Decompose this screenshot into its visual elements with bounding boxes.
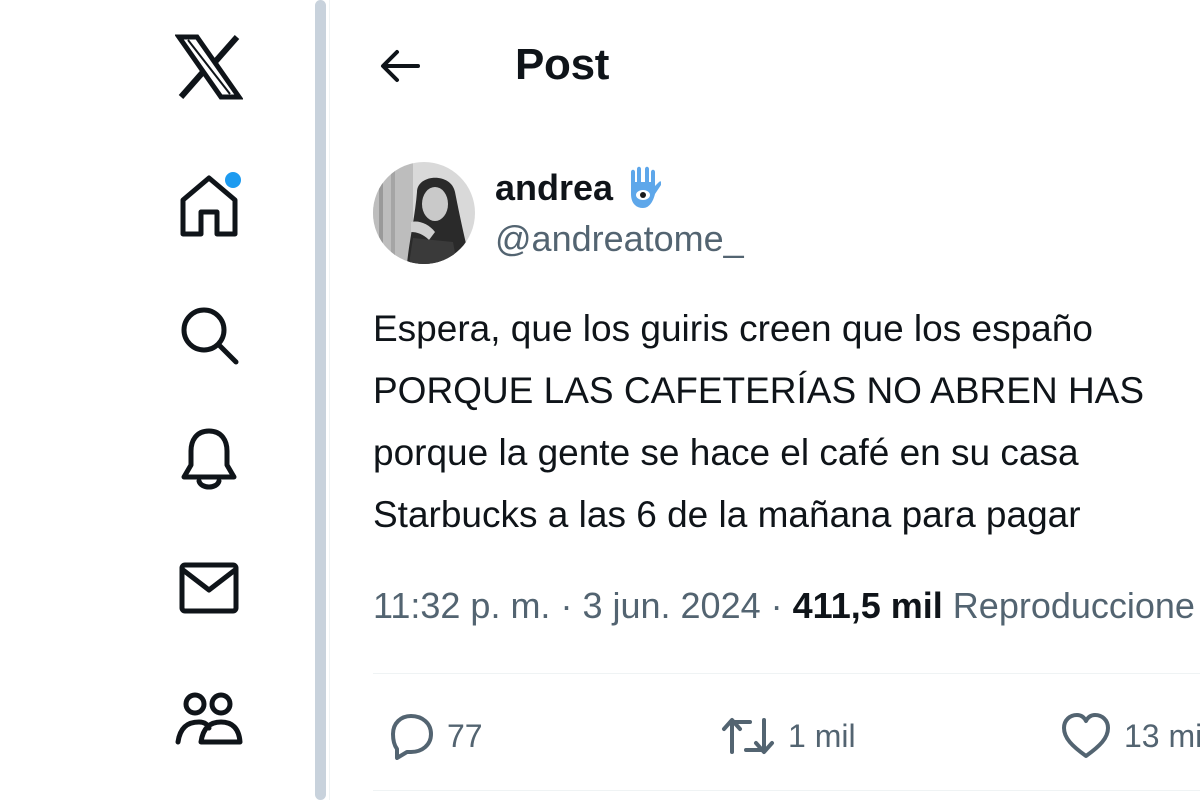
- search-icon: [181, 307, 239, 365]
- notification-dot: [225, 172, 241, 188]
- nav-explore[interactable]: [174, 300, 244, 370]
- people-icon: [175, 692, 243, 745]
- page-title: Post: [515, 40, 610, 89]
- avatar-photo: [373, 162, 475, 264]
- post-text-line: PORQUE LAS CAFETERÍAS NO ABREN HAS: [373, 370, 1145, 411]
- post-author: andrea @andreatome_: [373, 160, 1193, 270]
- post-text-line: Starbucks a las 6 de la mañana para paga…: [373, 494, 1081, 535]
- nav-messages[interactable]: [174, 553, 244, 623]
- like-count: 13 mi: [1124, 717, 1200, 754]
- reply-button[interactable]: 77: [385, 708, 483, 764]
- sidebar-nav: [0, 0, 315, 800]
- main-column: Post andrea @andreatome_ Espera, que los…: [330, 0, 1200, 800]
- views-label: Reproduccione: [952, 585, 1195, 626]
- bell-icon: [181, 428, 237, 490]
- hamsa-icon: [631, 166, 662, 208]
- post-text-line: porque la gente se hace el café en su ca…: [373, 432, 1079, 473]
- reply-count: 77: [447, 717, 483, 754]
- post-text-line: Espera, que los guiris creen que los esp…: [373, 308, 1093, 349]
- like-button[interactable]: 13 mi: [1060, 708, 1200, 764]
- post-text: Espera, que los guiris creen que los esp…: [373, 298, 1200, 546]
- avatar[interactable]: [373, 162, 475, 264]
- scrollbar[interactable]: [315, 0, 326, 800]
- meta-separator: ·: [560, 585, 573, 626]
- nav-notifications[interactable]: [174, 425, 244, 495]
- post-meta: 11:32 p. m. · 3 jun. 2024 · 411,5 mil Re…: [373, 582, 1195, 630]
- x-logo-link[interactable]: [174, 32, 244, 102]
- reply-icon: [391, 714, 433, 760]
- author-handle[interactable]: @andreatome_: [495, 218, 744, 260]
- repost-count: 1 mil: [788, 717, 856, 754]
- divider: [373, 790, 1200, 791]
- heart-icon: [1062, 713, 1110, 758]
- views-count: 411,5 mil: [792, 585, 943, 626]
- nav-home[interactable]: [174, 170, 244, 240]
- x-logo-icon: [175, 34, 243, 100]
- repost-button[interactable]: 1 mil: [720, 708, 856, 764]
- display-name[interactable]: andrea: [495, 167, 613, 209]
- display-name-row: andrea: [495, 164, 662, 212]
- repost-icon: [722, 718, 774, 754]
- meta-separator: ·: [770, 585, 783, 626]
- mail-icon: [179, 562, 239, 614]
- arrow-left-icon: [381, 50, 420, 82]
- page-header: Post: [330, 28, 1200, 102]
- post-actions: 77 1 mil 13 mi: [330, 700, 1200, 770]
- app-window: Post andrea @andreatome_ Espera, que los…: [0, 0, 1200, 800]
- nav-communities[interactable]: [174, 683, 244, 753]
- post-time[interactable]: 11:32 p. m.: [373, 585, 550, 626]
- divider: [373, 673, 1200, 674]
- post-date[interactable]: 3 jun. 2024: [582, 585, 760, 626]
- back-button[interactable]: [370, 38, 430, 94]
